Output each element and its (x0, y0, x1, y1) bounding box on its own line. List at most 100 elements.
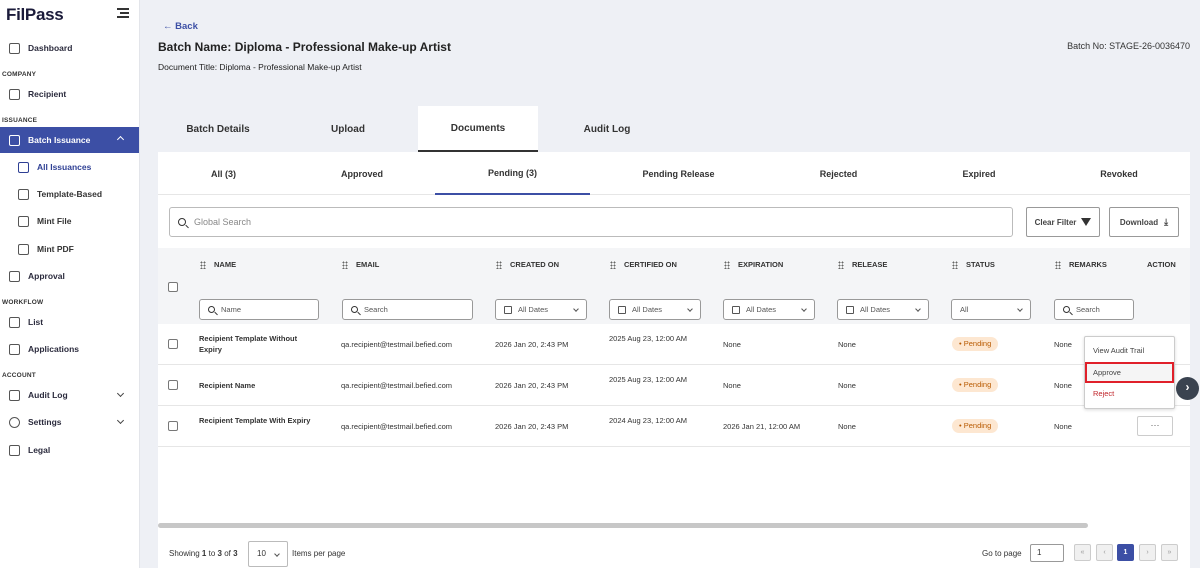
horizontal-scrollbar[interactable] (158, 523, 1088, 528)
folder-icon (9, 134, 20, 146)
drag-handle-icon[interactable] (952, 260, 958, 269)
row-release: None (838, 381, 856, 390)
filpass-logo[interactable]: FilPass (6, 5, 64, 25)
select-all-checkbox[interactable] (168, 282, 178, 292)
calendar-icon (504, 305, 512, 314)
section-issuance: ISSUANCE (2, 117, 38, 124)
sidebar-item-all-issuances[interactable]: All Issuances (0, 155, 139, 179)
search-icon (178, 218, 186, 226)
subtab-approved[interactable]: Approved (289, 152, 435, 195)
email-filter-input[interactable]: Search (342, 299, 473, 320)
chevron-down-icon (915, 306, 921, 312)
created-date-filter[interactable]: All Dates (495, 299, 587, 320)
column-email[interactable]: EMAIL (342, 260, 379, 269)
menu-toggle-icon[interactable] (117, 8, 129, 18)
global-search-input[interactable]: Global Search (169, 207, 1013, 237)
view-audit-trail-menu-item[interactable]: View Audit Trail (1085, 340, 1174, 361)
drag-handle-icon[interactable] (200, 260, 206, 269)
sidebar-item-recipient[interactable]: Recipient (0, 82, 139, 106)
sidebar-item-legal[interactable]: Legal (0, 438, 139, 462)
sidebar-item-template-based[interactable]: Template-Based (0, 182, 139, 206)
sidebar-item-approval[interactable]: Approval (0, 264, 139, 288)
row-certified-on: 2024 Aug 23, 12:00 AM (609, 416, 687, 425)
clear-filter-button[interactable]: Clear Filter (1026, 207, 1100, 237)
pagination-footer: Showing 1 to 3 of 3 10 Items per page Go… (158, 538, 1190, 568)
column-remarks[interactable]: REMARKS (1055, 260, 1107, 269)
sidebar-item-applications[interactable]: Applications (0, 337, 139, 361)
column-name[interactable]: NAME (200, 260, 236, 269)
approve-menu-item[interactable]: Approve (1085, 362, 1174, 383)
column-created-on[interactable]: CREATED ON (496, 260, 559, 269)
remarks-filter-input[interactable]: Search (1054, 299, 1134, 320)
list-icon (18, 161, 29, 173)
last-page-button[interactable]: » (1161, 544, 1178, 561)
status-filter-select[interactable]: All (951, 299, 1031, 320)
drag-handle-icon[interactable] (838, 260, 844, 269)
drag-handle-icon[interactable] (496, 260, 502, 269)
tab-upload[interactable]: Upload (278, 106, 418, 152)
row-name: Recipient Name (199, 381, 256, 390)
expiration-date-filter[interactable]: All Dates (723, 299, 815, 320)
prev-page-button[interactable]: ‹ (1096, 544, 1113, 561)
back-link[interactable]: ← Back (163, 21, 198, 32)
column-action: ACTION (1147, 260, 1176, 269)
chevron-down-icon (1017, 306, 1023, 312)
sidebar-item-batch-issuance[interactable]: Batch Issuance (0, 127, 139, 153)
column-expiration[interactable]: EXPIRATION (724, 260, 783, 269)
certified-date-filter[interactable]: All Dates (609, 299, 701, 320)
row-name: Recipient Template Without Expiry (199, 334, 298, 354)
row-actions-button[interactable]: ··· (1137, 416, 1173, 436)
column-release[interactable]: RELEASE (838, 260, 887, 269)
subtab-all[interactable]: All (3) (158, 152, 289, 195)
subtab-revoked[interactable]: Revoked (1048, 152, 1190, 195)
column-certified-on[interactable]: CERTIFIED ON (610, 260, 677, 269)
chevron-down-icon (801, 306, 807, 312)
column-status[interactable]: STATUS (952, 260, 995, 269)
sidebar-item-dashboard[interactable]: Dashboard (0, 36, 139, 60)
user-icon (9, 88, 20, 100)
download-button[interactable]: Download ⤓ (1109, 207, 1179, 237)
items-per-page-select[interactable]: 10 (248, 541, 288, 567)
go-to-page-input[interactable]: 1 (1030, 544, 1064, 562)
row-release: None (838, 340, 856, 349)
table-row[interactable]: Recipient Template Without Expiry qa.rec… (158, 324, 1190, 365)
table-row[interactable]: Recipient Template With Expiry qa.recipi… (158, 406, 1190, 447)
filter-icon (1081, 218, 1092, 226)
tab-batch-details[interactable]: Batch Details (158, 106, 278, 152)
scroll-right-button[interactable]: › (1176, 377, 1199, 400)
tab-audit-log[interactable]: Audit Log (538, 106, 676, 152)
search-icon (208, 306, 215, 313)
next-page-button[interactable]: › (1139, 544, 1156, 561)
row-created-on: 2026 Jan 20, 2:43 PM (495, 340, 569, 349)
page-1-button[interactable]: 1 (1117, 544, 1134, 561)
sidebar-item-list[interactable]: List (0, 310, 139, 334)
gear-icon (9, 416, 20, 428)
table-row[interactable]: Recipient Name qa.recipient@testmail.bef… (158, 365, 1190, 406)
status-badge: • Pending (952, 419, 999, 433)
row-expiration: None (723, 340, 741, 349)
list-icon (9, 316, 20, 328)
subtab-rejected[interactable]: Rejected (767, 152, 910, 195)
drag-handle-icon[interactable] (342, 260, 348, 269)
name-filter-input[interactable]: Name (199, 299, 319, 320)
release-date-filter[interactable]: All Dates (837, 299, 929, 320)
sidebar-item-mint-file[interactable]: Mint File (0, 209, 139, 233)
sidebar-item-settings[interactable]: Settings (0, 410, 139, 434)
first-page-button[interactable]: « (1074, 544, 1091, 561)
drag-handle-icon[interactable] (724, 260, 730, 269)
row-checkbox[interactable] (168, 380, 178, 390)
subtab-pending-release[interactable]: Pending Release (590, 152, 767, 195)
row-checkbox[interactable] (168, 421, 178, 431)
row-expiration: None (723, 381, 741, 390)
sidebar-item-mint-pdf[interactable]: Mint PDF (0, 237, 139, 261)
subtab-expired[interactable]: Expired (910, 152, 1048, 195)
row-checkbox[interactable] (168, 339, 178, 349)
chevron-down-icon (116, 416, 125, 425)
tab-documents[interactable]: Documents (418, 106, 538, 152)
subtab-pending[interactable]: Pending (3) (435, 152, 590, 195)
drag-handle-icon[interactable] (1055, 260, 1061, 269)
reject-menu-item[interactable]: Reject (1085, 383, 1174, 404)
row-action-menu: View Audit Trail Approve Reject (1084, 336, 1175, 409)
drag-handle-icon[interactable] (610, 260, 616, 269)
sidebar-item-audit-log[interactable]: Audit Log (0, 383, 139, 407)
